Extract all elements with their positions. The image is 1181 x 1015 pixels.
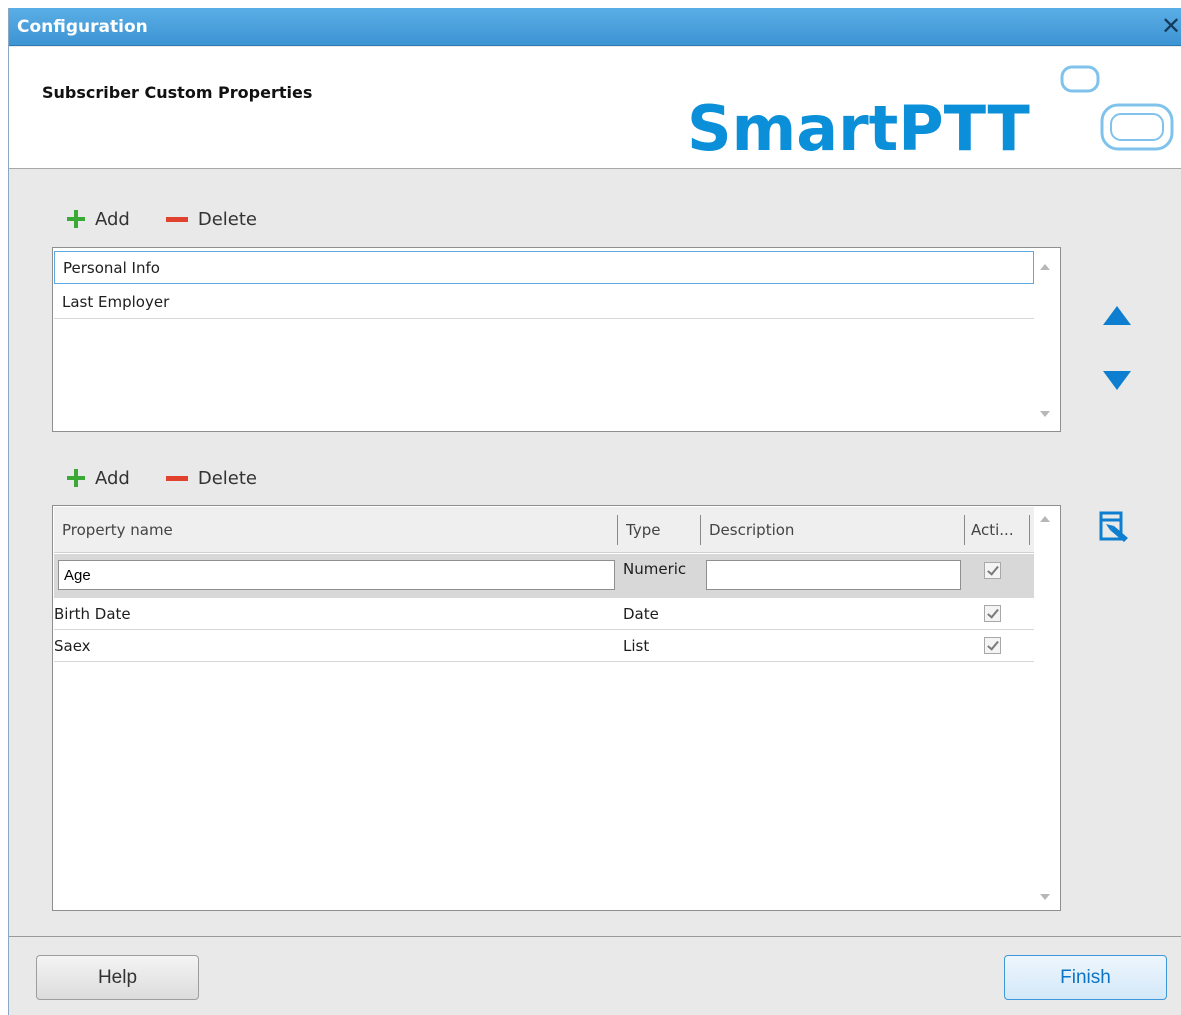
logo-shape-inner	[1110, 113, 1164, 141]
list-item-label: Personal Info	[63, 259, 160, 277]
list-item[interactable]: Last Employer	[54, 286, 1034, 319]
active-checkbox[interactable]	[984, 605, 1001, 622]
property-type-cell: List	[623, 637, 650, 655]
properties-toolbar: Add Delete	[67, 463, 257, 493]
add-group-button[interactable]: Add	[67, 209, 130, 230]
table-row-editing[interactable]: Numeric	[54, 554, 1034, 598]
property-name-cell: Saex	[54, 637, 91, 655]
scroll-down-icon[interactable]	[1040, 894, 1050, 900]
column-separator[interactable]	[964, 515, 965, 545]
column-header-description[interactable]: Description	[709, 521, 794, 539]
minus-icon	[165, 475, 188, 481]
minus-icon	[165, 216, 188, 222]
header-panel: Subscriber Custom Properties SmartPTT	[9, 47, 1181, 169]
delete-label: Delete	[197, 208, 258, 230]
column-separator[interactable]	[1029, 515, 1030, 545]
window-title: Configuration	[17, 17, 148, 37]
add-property-button[interactable]: Add	[67, 468, 130, 489]
property-type-cell: Date	[623, 605, 659, 623]
logo-shape-small	[1060, 65, 1100, 93]
add-label: Add	[95, 208, 130, 230]
list-item[interactable]: Personal Info	[54, 251, 1034, 284]
scroll-up-icon[interactable]	[1040, 516, 1050, 522]
add-label: Add	[95, 467, 130, 489]
property-description-input[interactable]	[706, 560, 961, 590]
column-separator[interactable]	[700, 515, 701, 545]
plus-icon	[67, 210, 85, 228]
list-item-label: Last Employer	[62, 293, 170, 311]
groups-list[interactable]: Personal Info Last Employer	[52, 247, 1061, 432]
edit-list-icon[interactable]	[1098, 510, 1140, 548]
column-separator[interactable]	[617, 515, 618, 545]
smartptt-logo: SmartPTT	[687, 65, 1174, 165]
groups-toolbar: Add Delete	[67, 204, 257, 234]
active-checkbox[interactable]	[984, 562, 1001, 579]
property-name-cell: Birth Date	[54, 605, 131, 623]
page-title: Subscriber Custom Properties	[42, 83, 313, 102]
title-bar: Configuration ✕	[9, 8, 1181, 46]
close-icon[interactable]: ✕	[1160, 13, 1181, 39]
logo-text: SmartPTT	[687, 92, 1030, 165]
delete-label: Delete	[197, 467, 258, 489]
scroll-up-icon[interactable]	[1040, 264, 1050, 270]
logo-shape-large	[1100, 103, 1174, 151]
active-checkbox[interactable]	[984, 637, 1001, 654]
property-type-cell[interactable]: Numeric	[623, 560, 686, 578]
move-down-icon[interactable]	[1103, 371, 1131, 390]
properties-grid[interactable]: Property name Type Description Acti... N…	[52, 505, 1061, 911]
configuration-window: Configuration ✕ Subscriber Custom Proper…	[8, 8, 1181, 1015]
plus-icon	[67, 469, 85, 487]
column-header-type[interactable]: Type	[626, 521, 660, 539]
move-up-icon[interactable]	[1103, 306, 1131, 325]
footer-divider	[9, 936, 1181, 937]
scroll-down-icon[interactable]	[1040, 411, 1050, 417]
property-name-input[interactable]	[58, 560, 615, 590]
delete-property-button[interactable]: Delete	[165, 467, 258, 489]
help-button[interactable]: Help	[36, 955, 199, 1000]
delete-group-button[interactable]: Delete	[165, 208, 258, 230]
grid-header: Property name Type Description Acti...	[54, 507, 1034, 553]
column-header-property-name[interactable]: Property name	[62, 521, 173, 539]
column-header-active[interactable]: Acti...	[971, 521, 1014, 539]
table-row[interactable]: Saex List	[54, 630, 1034, 662]
table-row[interactable]: Birth Date Date	[54, 598, 1034, 630]
finish-button[interactable]: Finish	[1004, 955, 1167, 1000]
